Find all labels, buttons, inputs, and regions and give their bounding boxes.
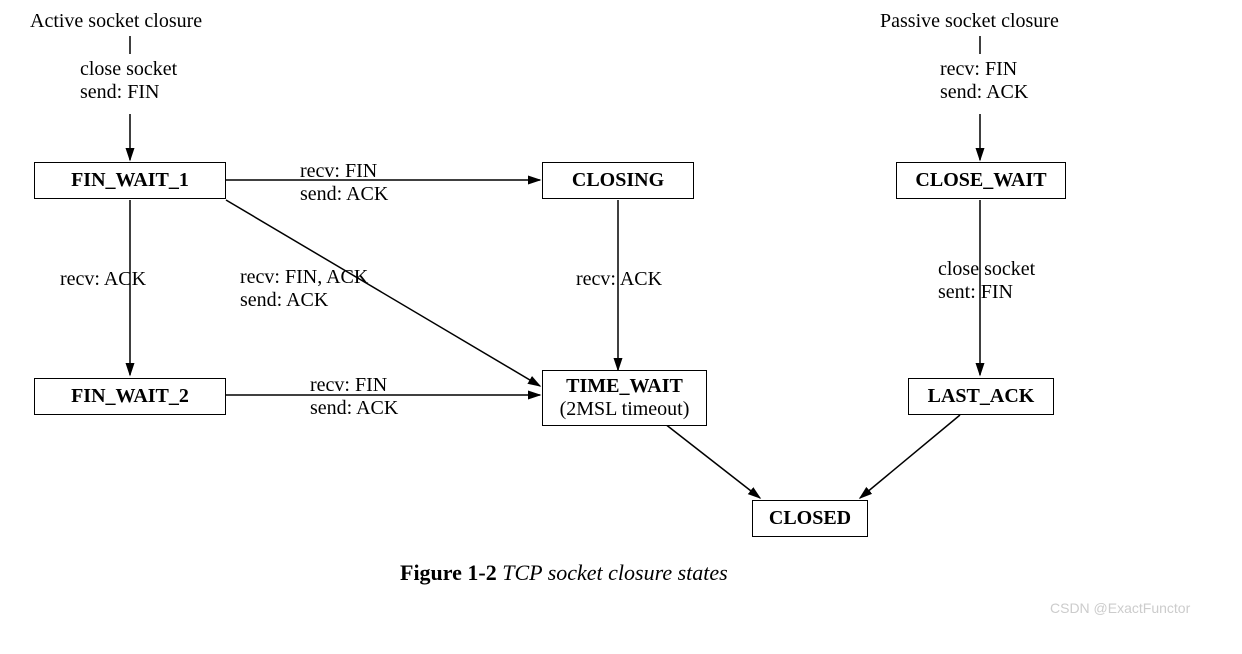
passive-entry-line1: recv: FIN xyxy=(940,58,1017,80)
fw1-to-closing-line2: send: ACK xyxy=(300,183,388,205)
fw2-to-tw-label: recv: FIN send: ACK xyxy=(310,374,398,420)
state-close-wait-label: CLOSE_WAIT xyxy=(915,169,1046,191)
state-last-ack: LAST_ACK xyxy=(908,378,1054,415)
state-fin-wait-2: FIN_WAIT_2 xyxy=(34,378,226,415)
passive-entry-line2: send: ACK xyxy=(940,81,1028,103)
fw2-to-tw-line2: send: ACK xyxy=(310,397,398,419)
state-time-wait-label: TIME_WAIT xyxy=(566,375,683,397)
cw-to-la-line2: sent: FIN xyxy=(938,281,1013,303)
state-closing-label: CLOSING xyxy=(572,169,664,191)
state-closing: CLOSING xyxy=(542,162,694,199)
state-time-wait: TIME_WAIT (2MSL timeout) xyxy=(542,370,707,426)
fw1-to-closing-label: recv: FIN send: ACK xyxy=(300,160,388,206)
cw-to-la-line1: close socket xyxy=(938,258,1035,280)
fw1-to-closing-line1: recv: FIN xyxy=(300,160,377,182)
state-close-wait: CLOSE_WAIT xyxy=(896,162,1066,199)
active-entry-line1: close socket xyxy=(80,58,177,80)
active-entry-line2: send: FIN xyxy=(80,81,159,103)
active-entry-label: close socket send: FIN xyxy=(80,58,177,104)
passive-closure-header: Passive socket closure xyxy=(880,10,1059,33)
cw-to-la-label: close socket sent: FIN xyxy=(938,258,1035,304)
fw1-to-tw-line2: send: ACK xyxy=(240,289,328,311)
figure-title: TCP socket closure states xyxy=(502,560,727,585)
fw2-to-tw-line1: recv: FIN xyxy=(310,374,387,396)
figure-caption: Figure 1-2 TCP socket closure states xyxy=(400,560,728,586)
state-time-wait-sub: (2MSL timeout) xyxy=(560,398,690,420)
figure-number: Figure 1-2 xyxy=(400,560,497,585)
closing-to-tw-label: recv: ACK xyxy=(576,268,662,291)
arrows-layer xyxy=(0,0,1242,654)
state-closed: CLOSED xyxy=(752,500,868,537)
watermark: CSDN @ExactFunctor xyxy=(1050,600,1190,616)
fw1-to-tw-label: recv: FIN, ACK send: ACK xyxy=(240,266,368,312)
state-closed-label: CLOSED xyxy=(769,507,851,529)
active-closure-header: Active socket closure xyxy=(30,10,202,33)
state-last-ack-label: LAST_ACK xyxy=(928,385,1035,407)
state-fin-wait-2-label: FIN_WAIT_2 xyxy=(71,385,189,407)
fw1-to-tw-line1: recv: FIN, ACK xyxy=(240,266,368,288)
fw1-to-fw2-label: recv: ACK xyxy=(60,268,146,291)
state-fin-wait-1-label: FIN_WAIT_1 xyxy=(71,169,189,191)
tcp-closure-diagram: Active socket closure Passive socket clo… xyxy=(0,0,1242,654)
passive-entry-label: recv: FIN send: ACK xyxy=(940,58,1028,104)
state-fin-wait-1: FIN_WAIT_1 xyxy=(34,162,226,199)
